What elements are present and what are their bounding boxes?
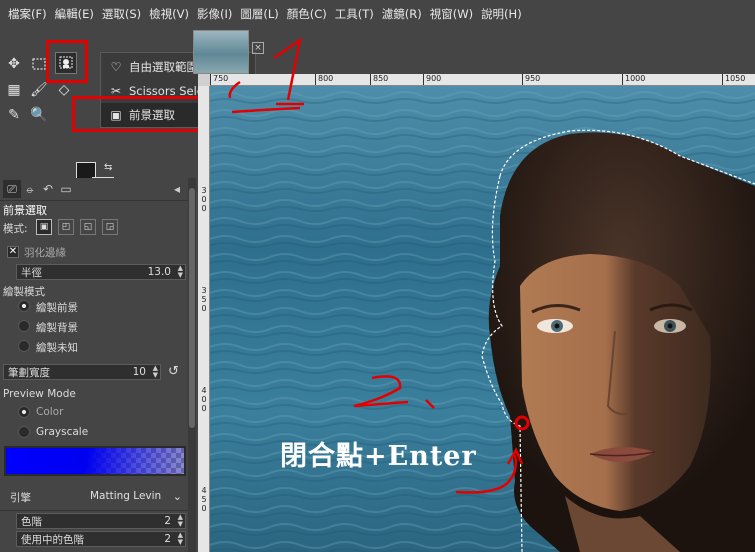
feather-checkbox[interactable]: ✕ xyxy=(7,246,19,258)
chevron-down-icon: ⌄ xyxy=(172,489,182,503)
levels-value: 2 xyxy=(164,515,171,527)
options-scrollbar[interactable] xyxy=(188,178,196,552)
radio-draw-foreground[interactable] xyxy=(18,300,30,312)
active-levels-label: 使用中的色階 xyxy=(21,533,84,546)
dock-tabs: ⎚ ⦵ ↶ ▭ ◂ xyxy=(0,178,190,200)
mode-add-icon[interactable]: ◰ xyxy=(58,219,74,235)
mode-intersect-icon[interactable]: ◲ xyxy=(102,219,118,235)
dock-menu-icon[interactable]: ◂ xyxy=(168,180,186,198)
reset-icon[interactable]: ↺ xyxy=(168,364,179,379)
spinner-arrows-icon[interactable]: ▲ ▼ xyxy=(178,514,183,528)
stroke-width-value: 10 xyxy=(132,366,146,378)
images-tab-icon[interactable]: ▭ xyxy=(57,180,75,198)
engine-label: 引擎 xyxy=(10,492,31,504)
radio-preview-color[interactable] xyxy=(18,406,30,418)
radius-value: 13.0 xyxy=(147,266,171,278)
panel-title: 前景選取 xyxy=(3,204,47,217)
undo-history-tab-icon[interactable]: ↶ xyxy=(39,180,57,198)
preview-color-label: Color xyxy=(36,406,64,418)
feather-label: 羽化邊緣 xyxy=(24,247,66,259)
tool-options-tab-icon[interactable]: ⎚ xyxy=(3,180,21,198)
stroke-width-label: 筆劃寬度 xyxy=(8,366,50,379)
active-levels-spinner[interactable]: 使用中的色階 2 ▲ ▼ xyxy=(16,531,186,547)
radio-draw-background[interactable] xyxy=(18,320,30,332)
engine-value: Matting Levin xyxy=(90,490,162,502)
mode-replace-icon[interactable]: ▣ xyxy=(36,219,52,235)
mode-label: 模式: xyxy=(3,223,28,235)
radio-draw-unknown[interactable] xyxy=(18,340,30,352)
radius-spinner[interactable]: 半徑 13.0 ▲ ▼ xyxy=(16,264,186,280)
spinner-arrows-icon[interactable]: ▲ ▼ xyxy=(178,265,183,279)
active-levels-value: 2 xyxy=(164,533,171,545)
draw-background-label: 繪製背景 xyxy=(36,322,78,334)
engine-dropdown[interactable]: Matting Levin ⌄ xyxy=(86,486,186,506)
stroke-width-spinner[interactable]: 筆劃寬度 10 ▲ ▼ xyxy=(3,364,161,380)
draw-mode-label: 繪製模式 xyxy=(3,286,45,298)
mask-color-swatch[interactable] xyxy=(4,446,186,476)
levels-label: 色階 xyxy=(21,515,42,528)
draw-unknown-label: 繪製未知 xyxy=(36,342,78,354)
device-status-tab-icon[interactable]: ⦵ xyxy=(21,180,39,198)
preview-grayscale-label: Grayscale xyxy=(36,426,89,438)
spinner-arrows-icon[interactable]: ▲ ▼ xyxy=(153,365,158,379)
radius-label: 半徑 xyxy=(21,266,42,279)
mode-subtract-icon[interactable]: ◱ xyxy=(80,219,96,235)
annotation-instruction: 閉合點+Enter xyxy=(280,441,477,472)
radio-preview-grayscale[interactable] xyxy=(18,426,30,438)
scrollbar-thumb[interactable] xyxy=(189,188,195,428)
separator xyxy=(0,200,190,201)
draw-foreground-label: 繪製前景 xyxy=(36,302,78,314)
separator xyxy=(0,510,190,511)
spinner-arrows-icon[interactable]: ▲ ▼ xyxy=(178,532,183,546)
tool-options-panel: ⎚ ⦵ ↶ ▭ ◂ 前景選取 模式: ▣ ◰ ◱ ◲ ✕ 羽化邊緣 半徑 13.… xyxy=(0,178,190,552)
preview-mode-label: Preview Mode xyxy=(3,388,76,400)
levels-spinner[interactable]: 色階 2 ▲ ▼ xyxy=(16,513,186,529)
